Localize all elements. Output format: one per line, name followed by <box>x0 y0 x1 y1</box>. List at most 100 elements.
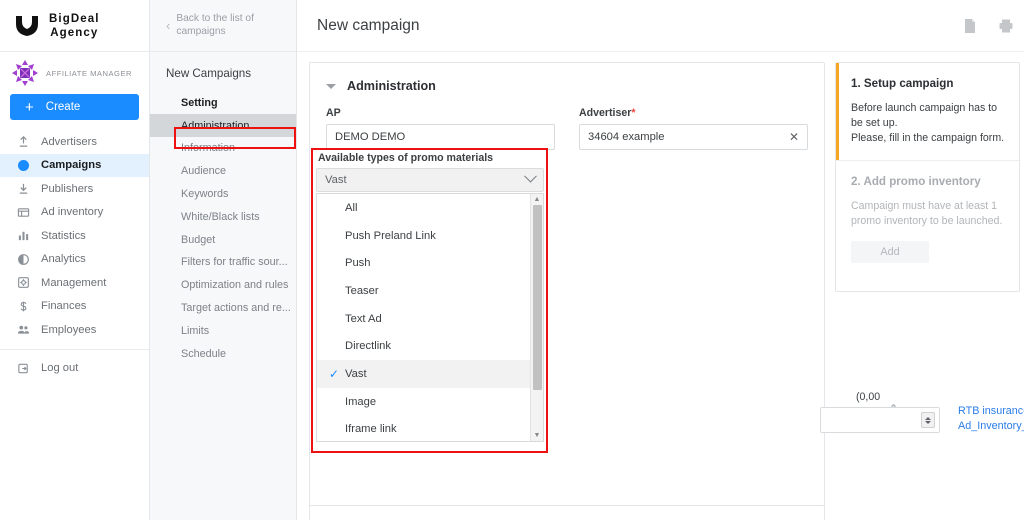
dropdown-option-label: Image <box>345 395 377 408</box>
sidebar-item-label: Campaigns <box>41 159 102 172</box>
sidebar-item-label: Management <box>41 276 107 289</box>
dropdown-option-push[interactable]: Push <box>317 249 530 277</box>
dollar-icon <box>17 300 30 313</box>
step-setup-campaign: 1. Setup campaign Before launch campaign… <box>836 63 1019 160</box>
subnav-item-keywords[interactable]: Keywords <box>150 183 296 206</box>
dropdown-option-vast[interactable]: ✓ Vast <box>317 360 530 388</box>
subnav-item-limits[interactable]: Limits <box>150 319 296 342</box>
subnav-item-label: Keywords <box>181 188 229 201</box>
sidebar-item-employees[interactable]: Employees <box>0 318 149 342</box>
subnav-item-label: Schedule <box>181 347 227 360</box>
brand-header[interactable]: BigDeal Agency <box>0 0 149 52</box>
dropdown-option-text-ad[interactable]: Text Ad <box>317 305 530 333</box>
document-icon[interactable] <box>962 18 978 34</box>
add-promo-inventory-button[interactable]: Add <box>851 241 929 263</box>
ap-value: DEMO DEMO <box>335 131 406 143</box>
promo-materials-dropdown: All Push Preland Link Push Teaser Text A… <box>316 193 544 442</box>
section-header: Administration <box>310 63 824 93</box>
back-to-campaign-list-link[interactable]: ‹ Back to the list of campaigns <box>150 0 296 52</box>
dropdown-option-label: Iframe link <box>345 423 397 436</box>
bar-chart-icon <box>17 229 30 242</box>
primary-sidebar: BigDeal Agency AFFILIATE MANAGER + Creat… <box>0 0 150 520</box>
secondary-form-card <box>309 505 825 520</box>
numeric-stepper-input[interactable] <box>820 407 940 433</box>
caret-up-icon[interactable]: ▲ <box>534 194 541 205</box>
play-circle-icon <box>17 159 30 172</box>
sidebar-item-finances[interactable]: Finances <box>0 295 149 319</box>
sidebar-item-label: Employees <box>41 323 97 336</box>
topbar: New campaign <box>297 0 1024 52</box>
dropdown-scrollbar[interactable]: ▲ ▼ <box>530 194 543 441</box>
subnav-item-label: Setting <box>181 96 218 109</box>
dropdown-option-teaser[interactable]: Teaser <box>317 277 530 305</box>
back-link-label: Back to the list of campaigns <box>176 13 254 37</box>
subnav-title: New Campaigns <box>166 67 252 80</box>
spinner-updown-icon[interactable] <box>921 412 935 428</box>
close-icon[interactable]: ✕ <box>789 130 799 144</box>
upload-icon <box>17 135 30 148</box>
account-role-label: AFFILIATE MANAGER <box>46 68 132 78</box>
create-button[interactable]: + Create <box>10 94 139 120</box>
step-body: Campaign must have at least 1 promo inve… <box>851 200 1003 227</box>
subnav-item-label: Budget <box>181 233 216 246</box>
collapse-toggle-icon[interactable] <box>326 83 336 89</box>
subnav-item-schedule[interactable]: Schedule <box>150 342 296 365</box>
promo-materials-select[interactable]: Vast <box>316 168 544 192</box>
topbar-actions <box>962 18 1014 34</box>
sidebar-item-publishers[interactable]: Publishers <box>0 177 149 201</box>
download-icon <box>17 182 30 195</box>
subnav-item-label: White/Black lists <box>181 210 260 223</box>
dropdown-option-directlink[interactable]: Directlink <box>317 332 530 360</box>
sidebar-item-label: Analytics <box>41 253 86 266</box>
bigdeal-logo-icon <box>14 14 40 38</box>
dropdown-option-push-preland-link[interactable]: Push Preland Link <box>317 222 530 250</box>
dropdown-option-image[interactable]: Image <box>317 388 530 416</box>
dropdown-option-label: Text Ad <box>345 312 382 325</box>
logout-wrap: Log out <box>0 357 149 395</box>
sidebar-item-label: Log out <box>41 362 79 375</box>
sidebar-item-campaigns[interactable]: Campaigns <box>0 153 149 177</box>
dropdown-option-label: All <box>345 201 358 214</box>
sidebar-item-statistics[interactable]: Statistics <box>0 224 149 248</box>
sidebar-item-management[interactable]: Management <box>0 271 149 295</box>
subnav-item-label: Administration <box>181 119 250 132</box>
people-icon <box>17 323 30 336</box>
settings-box-icon <box>17 276 30 289</box>
subnav-item-budget[interactable]: Budget <box>150 228 296 251</box>
subnav-item-administration[interactable]: Administration <box>150 114 296 138</box>
dropdown-option-all[interactable]: All <box>317 194 530 222</box>
subnav-item-white-black-lists[interactable]: White/Black lists <box>150 205 296 228</box>
ap-input[interactable]: DEMO DEMO <box>326 124 555 150</box>
advertiser-input[interactable]: 34604 example ✕ <box>579 124 808 150</box>
subnav-item-optimization-rules[interactable]: Optimization and rules <box>150 274 296 297</box>
subnav-item-audience[interactable]: Audience <box>150 160 296 183</box>
subnav-item-label: Information <box>181 142 236 155</box>
dropdown-option-label: Vast <box>345 367 367 380</box>
scrollbar-thumb[interactable] <box>532 205 542 390</box>
subnav-item-target-actions[interactable]: Target actions and re... <box>150 297 296 320</box>
subnav-item-label: Limits <box>181 324 210 337</box>
sidebar-item-advertisers[interactable]: Advertisers <box>0 130 149 154</box>
create-button-label: Create <box>45 101 81 113</box>
caret-down-icon[interactable]: ▼ <box>534 430 541 441</box>
subnav-item-setting[interactable]: Setting <box>150 92 296 115</box>
logout-icon <box>17 362 30 375</box>
subnav-item-label: Audience <box>181 165 227 178</box>
account-row[interactable]: AFFILIATE MANAGER <box>0 52 149 94</box>
user-avatar-icon <box>11 59 39 87</box>
sidebar-item-analytics[interactable]: Analytics <box>0 248 149 272</box>
sidebar-item-label: Ad inventory <box>41 206 104 219</box>
check-icon: ✓ <box>329 366 340 381</box>
add-button-label: Add <box>880 246 900 258</box>
dropdown-option-iframe-link[interactable]: Iframe link <box>317 416 530 442</box>
subnav-item-traffic-filters[interactable]: Filters for traffic sour... <box>150 251 296 274</box>
rtb-link-label: RTB insurance by Ad_Inventory_ID <box>958 405 1024 432</box>
sidebar-item-logout[interactable]: Log out <box>0 357 149 381</box>
app-root: BigDeal Agency AFFILIATE MANAGER + Creat… <box>0 0 1024 520</box>
step-title: 1. Setup campaign <box>851 77 954 90</box>
subnav-item-information[interactable]: Information <box>150 137 296 160</box>
rtb-insurance-link[interactable]: RTB insurance by Ad_Inventory_ID i <box>958 404 1024 434</box>
dropdown-option-label: Teaser <box>345 284 379 297</box>
sidebar-item-ad-inventory[interactable]: Ad inventory <box>0 201 149 225</box>
print-icon[interactable] <box>998 18 1014 34</box>
